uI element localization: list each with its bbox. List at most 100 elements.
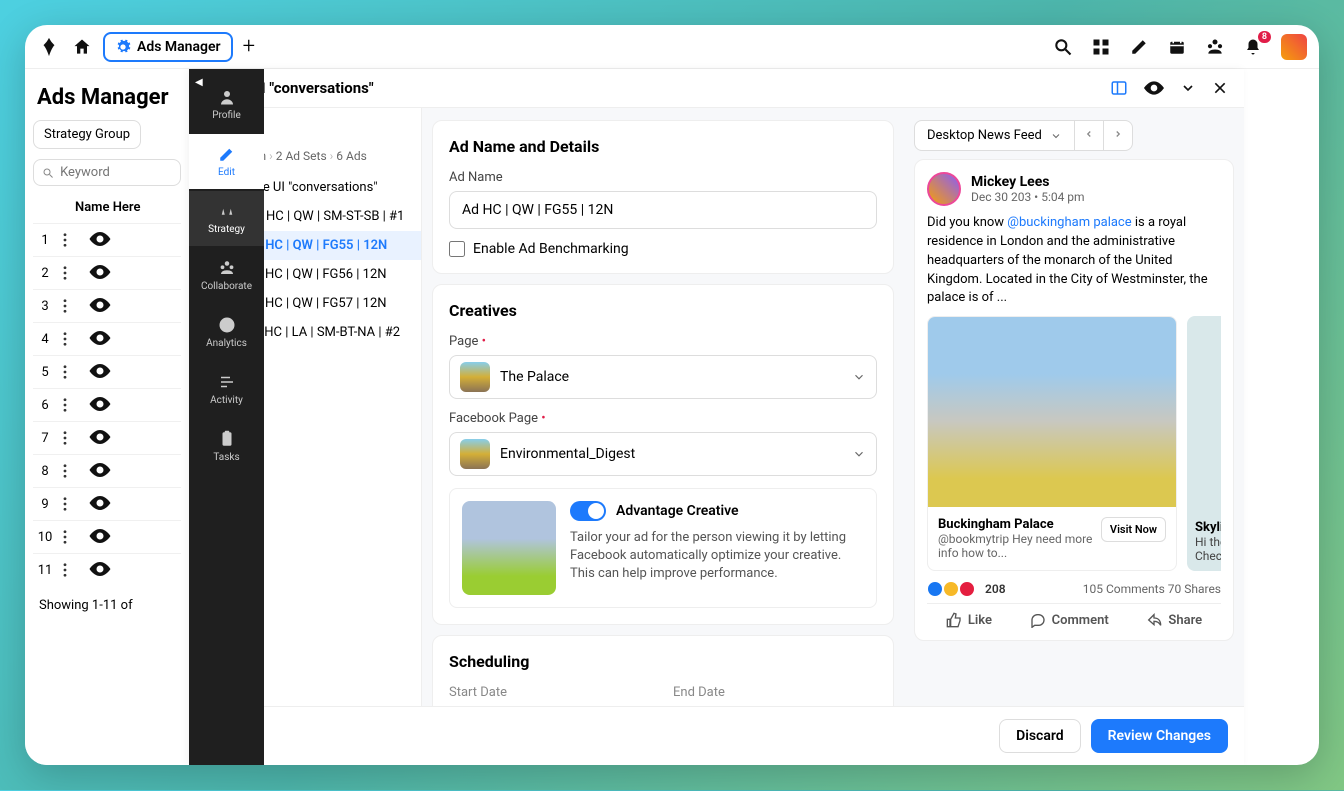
advantage-toggle[interactable]: [570, 501, 606, 521]
rail-activity[interactable]: Activity: [189, 362, 264, 417]
post-avatar: [927, 172, 961, 206]
row-menu-icon[interactable]: [63, 497, 79, 511]
next-button[interactable]: [1104, 120, 1133, 151]
feed-select[interactable]: Desktop News Feed: [914, 120, 1075, 151]
close-icon[interactable]: [1212, 80, 1228, 96]
post-text: Did you know @buckingham palace is a roy…: [927, 214, 1221, 308]
table-row[interactable]: 7: [33, 421, 181, 454]
rail-caret-icon[interactable]: ◀: [195, 77, 203, 88]
post-date: Dec 30 203 • 5:04 pm: [971, 190, 1085, 204]
app-tab[interactable]: Ads Manager: [103, 32, 233, 62]
row-menu-icon[interactable]: [63, 431, 79, 445]
chevron-down-icon: [852, 447, 866, 461]
app-tab-label: Ads Manager: [137, 39, 221, 55]
compose-icon[interactable]: [1129, 37, 1149, 57]
row-menu-icon[interactable]: [63, 266, 79, 280]
chevron-down-icon: [1050, 130, 1062, 142]
grid-icon[interactable]: [1091, 37, 1111, 57]
search-icon[interactable]: [1053, 37, 1073, 57]
table-row[interactable]: 11: [33, 553, 181, 586]
table-row[interactable]: 10: [33, 520, 181, 553]
section-creatives-title: Creatives: [449, 301, 877, 320]
table-row[interactable]: 1: [33, 223, 181, 256]
row-menu-icon[interactable]: [63, 464, 79, 478]
keyword-input[interactable]: [60, 165, 172, 180]
review-changes-button[interactable]: Review Changes: [1091, 719, 1228, 753]
end-date-label: End Date: [673, 685, 877, 700]
user-avatar[interactable]: [1281, 34, 1307, 60]
table-row[interactable]: 4: [33, 322, 181, 355]
strategy-group-chip[interactable]: Strategy Group: [33, 120, 141, 149]
row-menu-icon[interactable]: [63, 299, 79, 313]
table-row[interactable]: 5: [33, 355, 181, 388]
right-rail: ◀ Profile Edit Strategy Collaborate Anal…: [189, 69, 264, 765]
page-label: Page: [449, 334, 877, 349]
row-menu-icon[interactable]: [63, 398, 79, 412]
topbar-actions: 8: [1053, 34, 1307, 60]
table-row[interactable]: 2: [33, 256, 181, 289]
panel-layout-icon[interactable]: [1110, 79, 1128, 97]
rail-analytics[interactable]: Analytics: [189, 305, 264, 360]
notification-badge: 8: [1258, 31, 1271, 43]
form-panel: Ad Name and Details Ad Name Enable Ad Be…: [422, 108, 904, 706]
row-menu-icon[interactable]: [63, 233, 79, 247]
visibility-icon[interactable]: [89, 265, 111, 281]
row-menu-icon[interactable]: [63, 563, 79, 577]
table-row[interactable]: 8: [33, 454, 181, 487]
rail-edit[interactable]: Edit: [189, 134, 264, 189]
advantage-creative-box: Advantage Creative Tailor your ad for th…: [449, 488, 877, 608]
table-row[interactable]: 3: [33, 289, 181, 322]
chevron-down-icon[interactable]: [1180, 80, 1196, 96]
like-button[interactable]: Like: [946, 612, 992, 628]
gear-icon: [115, 39, 131, 55]
visibility-icon[interactable]: [89, 430, 111, 446]
section-scheduling-title: Scheduling: [449, 652, 877, 671]
visibility-icon[interactable]: [89, 496, 111, 512]
add-tab-icon[interactable]: +: [243, 34, 255, 59]
visit-now-button[interactable]: Visit Now: [1101, 517, 1166, 542]
share-button[interactable]: Share: [1146, 612, 1202, 628]
visibility-icon[interactable]: [89, 529, 111, 545]
page-select[interactable]: The Palace: [449, 355, 877, 399]
visibility-icon[interactable]: [89, 298, 111, 314]
fbpage-select[interactable]: Environmental_Digest: [449, 432, 877, 476]
benchmark-checkbox[interactable]: Enable Ad Benchmarking: [449, 241, 877, 257]
rail-collaborate[interactable]: Collaborate: [189, 248, 264, 303]
column-header-name: Name Here: [33, 192, 181, 223]
topbar: Ads Manager + 8: [25, 25, 1319, 69]
row-menu-icon[interactable]: [63, 365, 79, 379]
comment-button[interactable]: Comment: [1030, 612, 1109, 628]
visibility-icon[interactable]: [89, 463, 111, 479]
carousel-card-2[interactable]: Skyline Hi there, Check out: [1187, 316, 1221, 571]
table-row[interactable]: 6: [33, 388, 181, 421]
keyword-search[interactable]: [33, 159, 181, 186]
facebook-preview-card: Mickey Lees Dec 30 203 • 5:04 pm Did you…: [914, 159, 1234, 641]
chevron-down-icon: [852, 370, 866, 384]
preview-eye-icon[interactable]: [1144, 81, 1164, 95]
discard-button[interactable]: Discard: [999, 719, 1081, 753]
carousel-image-1: [928, 317, 1176, 507]
visibility-icon[interactable]: [89, 562, 111, 578]
row-menu-icon[interactable]: [63, 530, 79, 544]
rail-strategy[interactable]: Strategy: [189, 191, 264, 246]
rail-tasks[interactable]: Tasks: [189, 419, 264, 474]
notifications-icon[interactable]: 8: [1243, 37, 1263, 57]
visibility-icon[interactable]: [89, 232, 111, 248]
adname-input[interactable]: [449, 191, 877, 229]
prev-button[interactable]: [1075, 120, 1104, 151]
advantage-image: [462, 501, 556, 595]
team-icon[interactable]: [1205, 37, 1225, 57]
carousel-card-1[interactable]: Buckingham Palace @bookmytrip Hey need m…: [927, 316, 1177, 571]
visibility-icon[interactable]: [89, 364, 111, 380]
home-icon[interactable]: [71, 36, 93, 58]
visibility-icon[interactable]: [89, 331, 111, 347]
app-logo-icon: [37, 35, 61, 59]
calendar-icon[interactable]: [1167, 37, 1187, 57]
app-window: Ads Manager + 8 Ads Manager Strategy Gro…: [25, 25, 1319, 765]
post-mention[interactable]: @buckingham palace: [1007, 215, 1131, 230]
preview-panel: Desktop News Feed Mickey Lees Dec 30 203…: [904, 108, 1244, 706]
footer-bar: Discard Review Changes: [190, 706, 1244, 765]
row-menu-icon[interactable]: [63, 332, 79, 346]
table-row[interactable]: 9: [33, 487, 181, 520]
visibility-icon[interactable]: [89, 397, 111, 413]
